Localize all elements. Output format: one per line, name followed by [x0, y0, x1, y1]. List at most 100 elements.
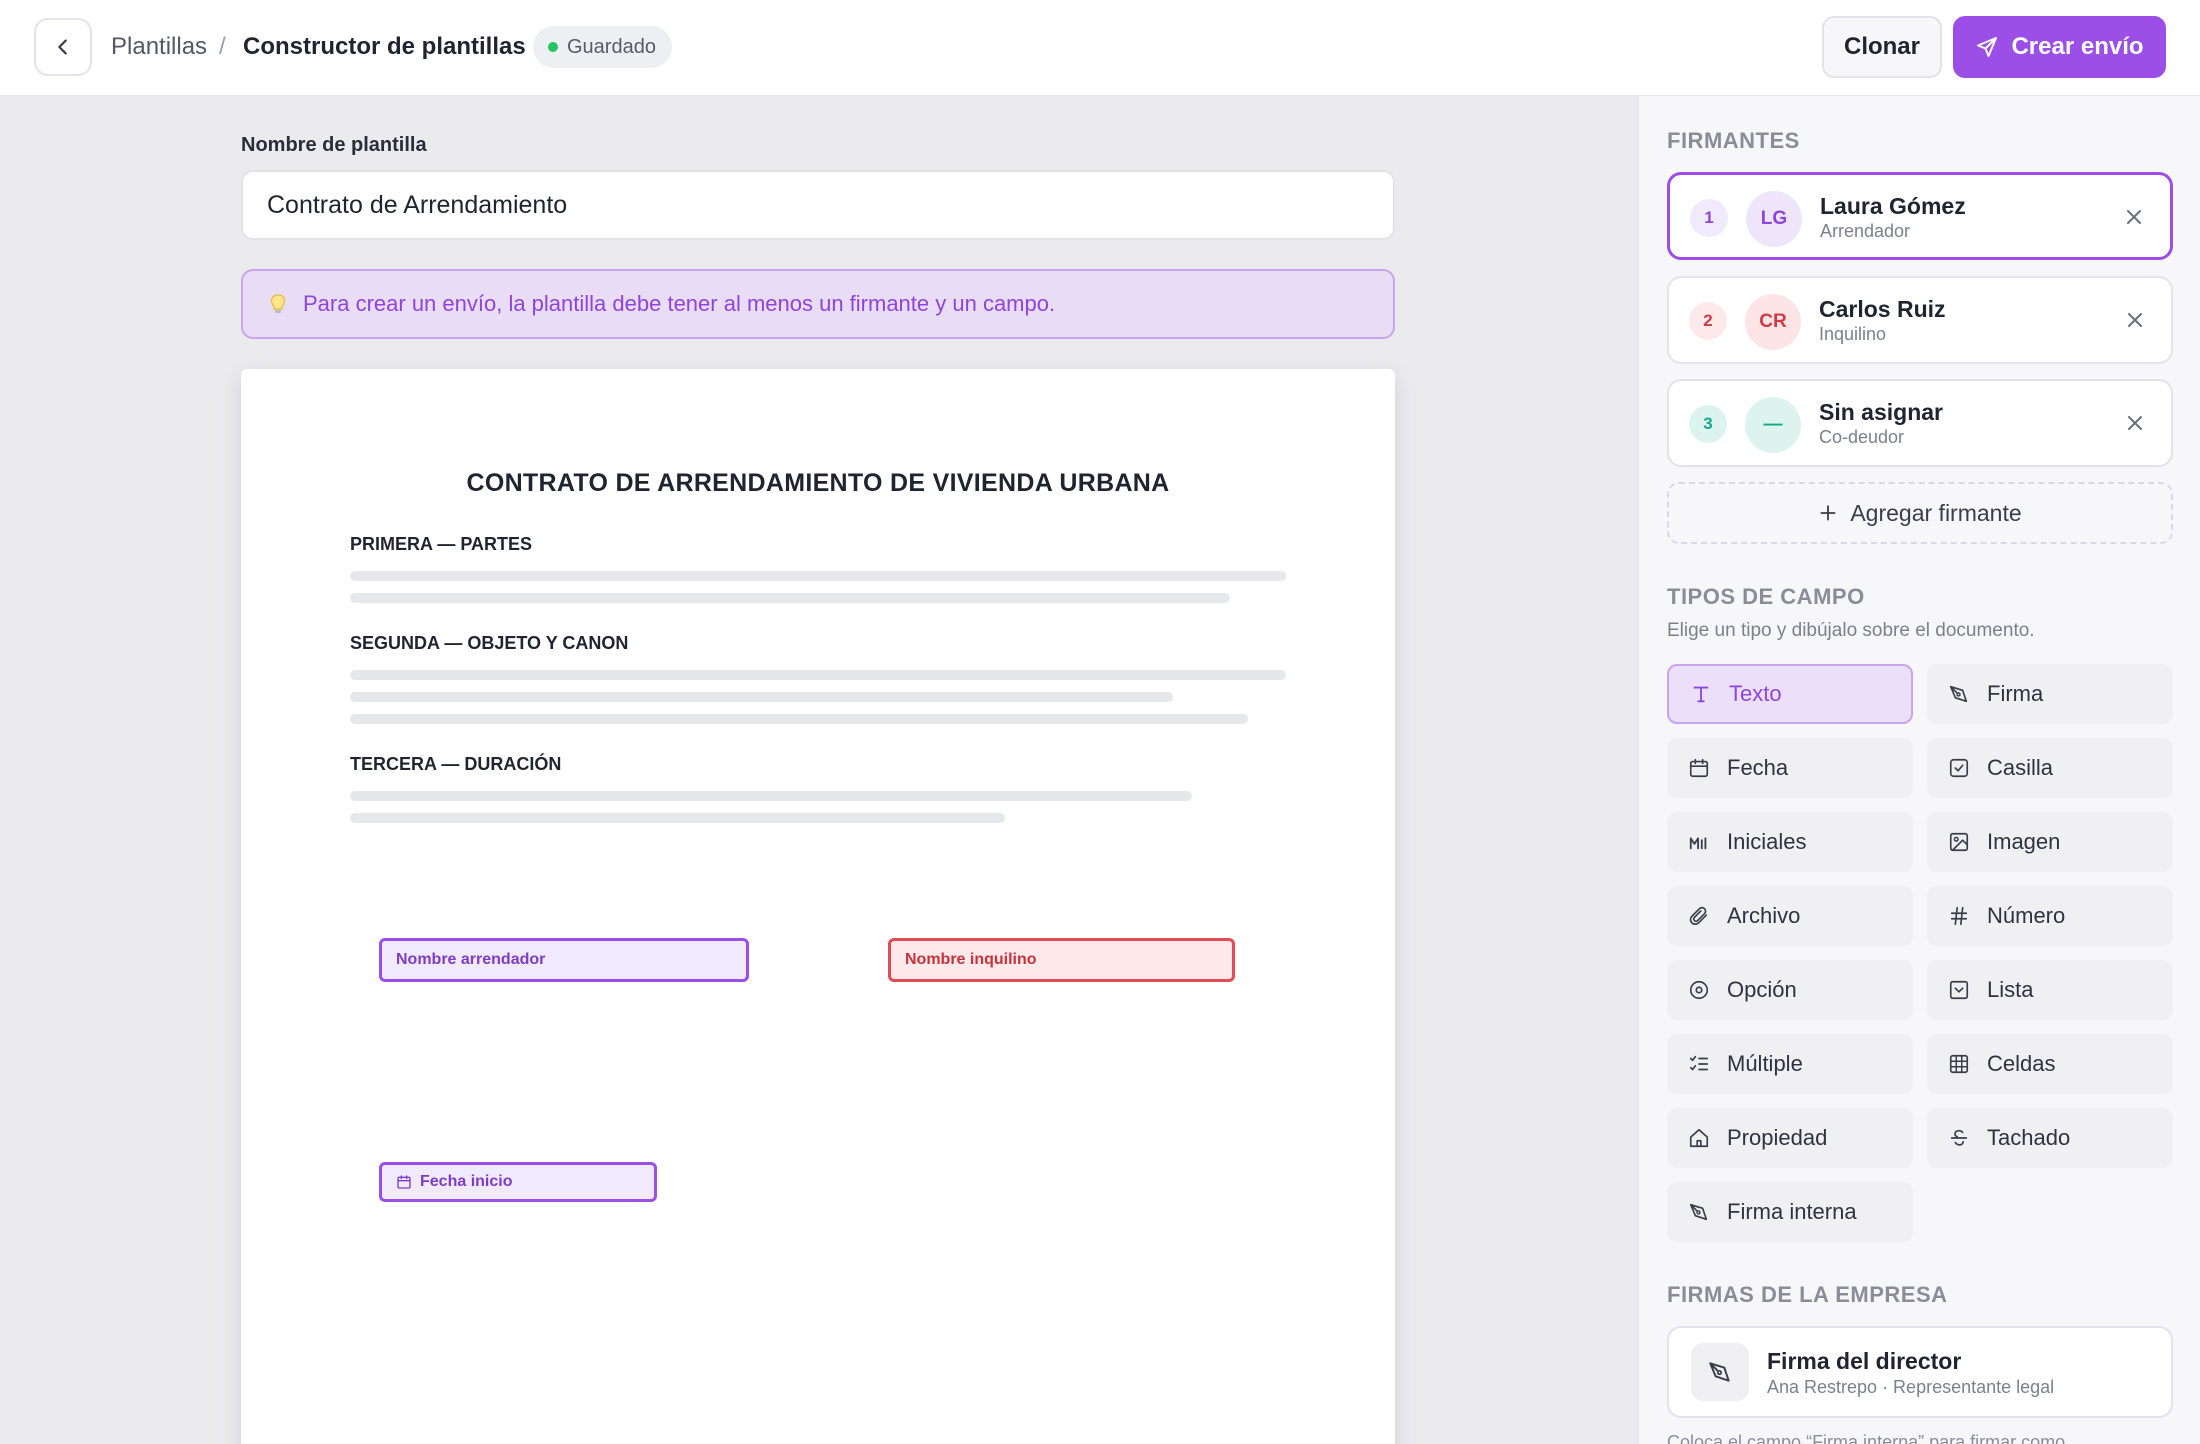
- add-signer-button[interactable]: Agregar firmante: [1667, 482, 2173, 544]
- signer-card-2[interactable]: 2 CR Carlos Ruiz Inquilino: [1667, 276, 2173, 364]
- signature-pen-icon: [1687, 1200, 1711, 1224]
- home-icon: [1687, 1126, 1711, 1150]
- field-type-casilla[interactable]: Casilla: [1927, 738, 2173, 798]
- field-label: Nombre arrendador: [396, 951, 546, 968]
- company-signature-role: Ana Restrepo · Representante legal: [1767, 1377, 2055, 1397]
- field-type-tachado[interactable]: Tachado: [1927, 1108, 2173, 1168]
- template-name-label: Nombre de plantilla: [241, 134, 427, 156]
- field-type-imagen[interactable]: Imagen: [1927, 812, 2173, 872]
- add-signer-label: Agregar firmante: [1850, 499, 2022, 526]
- image-icon: [1947, 830, 1971, 854]
- avatar: —: [1745, 397, 1801, 453]
- text-line-placeholder: [350, 571, 1286, 581]
- dropdown-icon: [1947, 978, 1971, 1002]
- back-button[interactable]: [34, 18, 92, 76]
- field-type-archivo[interactable]: Archivo: [1667, 886, 1913, 946]
- avatar: CR: [1745, 294, 1801, 350]
- field-type-numero[interactable]: Número: [1927, 886, 2173, 946]
- field-type-celdas[interactable]: Celdas: [1927, 1034, 2173, 1094]
- field-types-section-title: TIPOS DE CAMPO: [1667, 584, 1865, 609]
- document-page[interactable]: CONTRATO DE ARRENDAMIENTO DE VIVIENDA UR…: [241, 369, 1395, 1444]
- field-type-firma-interna[interactable]: Firma interna: [1667, 1182, 1913, 1242]
- text-line-placeholder: [350, 791, 1192, 801]
- radio-icon: [1687, 978, 1711, 1002]
- field-type-opcion[interactable]: Opción: [1667, 960, 1913, 1020]
- signer-number: 2: [1689, 302, 1727, 340]
- field-type-label: Tachado: [1987, 1125, 2071, 1150]
- text-line-placeholder: [350, 813, 1005, 823]
- hint-banner: Para crear un envío, la plantilla debe t…: [241, 269, 1395, 339]
- field-type-texto[interactable]: Texto: [1667, 664, 1913, 724]
- status-badge: Guardado: [533, 26, 672, 68]
- text-icon: [1689, 682, 1713, 706]
- calendar-icon: [1687, 756, 1711, 780]
- field-nombre-inquilino[interactable]: Nombre inquilino: [888, 938, 1235, 982]
- field-type-firma[interactable]: Firma: [1927, 664, 2173, 724]
- template-name-value: Contrato de Arrendamiento: [267, 190, 568, 219]
- close-icon[interactable]: [2123, 411, 2147, 435]
- close-icon[interactable]: [2122, 205, 2146, 229]
- field-type-iniciales[interactable]: Iniciales: [1667, 812, 1913, 872]
- editor-canvas: Nombre de plantilla Contrato de Arrendam…: [0, 96, 1638, 1444]
- template-name-input[interactable]: Contrato de Arrendamiento: [241, 170, 1395, 240]
- right-sidebar: FIRMANTES 1 LG Laura Gómez Arrendador 2 …: [1638, 96, 2200, 1444]
- hash-icon: [1947, 904, 1971, 928]
- calendar-icon: [397, 1175, 411, 1189]
- field-type-label: Casilla: [1987, 755, 2054, 780]
- field-type-label: Texto: [1729, 681, 1782, 706]
- signature-pen-icon: [1691, 1343, 1749, 1401]
- signer-role: Arrendador: [1820, 221, 1911, 241]
- field-type-label: Propiedad: [1727, 1125, 1828, 1150]
- section-heading: TERCERA — DURACIÓN: [350, 754, 562, 774]
- field-type-label: Firma interna: [1727, 1199, 1857, 1224]
- field-type-label: Iniciales: [1727, 829, 1807, 854]
- field-type-propiedad[interactable]: Propiedad: [1667, 1108, 1913, 1168]
- signer-name: Sin asignar: [1819, 399, 1943, 425]
- create-send-label: Crear envío: [2011, 33, 2144, 60]
- signer-card-1[interactable]: 1 LG Laura Gómez Arrendador: [1667, 172, 2173, 260]
- text-line-placeholder: [350, 714, 1248, 724]
- field-fecha-inicio[interactable]: Fecha inicio: [379, 1162, 657, 1202]
- signer-role: Inquilino: [1819, 324, 1887, 344]
- checkbox-icon: [1947, 756, 1971, 780]
- field-type-label: Celdas: [1987, 1051, 2056, 1076]
- signer-number: 1: [1690, 199, 1728, 237]
- field-type-label: Número: [1987, 903, 2066, 928]
- create-send-button[interactable]: Crear envío: [1953, 16, 2166, 78]
- field-nombre-arrendador[interactable]: Nombre arrendador: [379, 938, 749, 982]
- company-signature-note: Coloca el campo “Firma interna” para fir…: [1667, 1432, 2081, 1444]
- field-type-multiple[interactable]: Múltiple: [1667, 1034, 1913, 1094]
- breadcrumb-templates-link[interactable]: Plantillas: [111, 30, 207, 64]
- company-signature-name: Firma del director: [1767, 1348, 1962, 1374]
- field-type-label: Lista: [1987, 977, 2034, 1002]
- close-icon[interactable]: [2123, 308, 2147, 332]
- signer-role: Co-deudor: [1819, 427, 1905, 447]
- breadcrumb-separator: /: [219, 33, 226, 60]
- field-type-lista[interactable]: Lista: [1927, 960, 2173, 1020]
- strikethrough-icon: [1947, 1126, 1971, 1150]
- plus-icon: [1820, 505, 1836, 521]
- text-line-placeholder: [350, 692, 1173, 702]
- send-icon: [1977, 37, 1998, 57]
- initials-icon: [1687, 830, 1711, 854]
- chevron-left-icon: [58, 39, 67, 55]
- field-label: Fecha inicio: [420, 1173, 513, 1190]
- page-title: Constructor de plantillas: [243, 33, 526, 60]
- hint-text: Para crear un envío, la plantilla debe t…: [303, 291, 1056, 316]
- paperclip-icon: [1687, 904, 1711, 928]
- signer-name: Laura Gómez: [1820, 193, 1966, 219]
- signer-name: Carlos Ruiz: [1819, 296, 1946, 322]
- field-type-label: Firma: [1987, 681, 2044, 706]
- signer-number: 3: [1689, 405, 1727, 443]
- text-line-placeholder: [350, 670, 1286, 680]
- clone-button[interactable]: Clonar: [1822, 16, 1942, 78]
- company-signature-card[interactable]: Firma del director Ana Restrepo · Repres…: [1667, 1326, 2173, 1418]
- top-bar: Plantillas / Constructor de plantillas G…: [0, 0, 2200, 96]
- clone-button-label: Clonar: [1843, 33, 1920, 60]
- lightbulb-icon: [270, 294, 286, 313]
- status-dot-icon: [548, 42, 558, 52]
- field-type-label: Opción: [1727, 977, 1797, 1002]
- field-type-fecha[interactable]: Fecha: [1667, 738, 1913, 798]
- checklist-icon: [1687, 1052, 1711, 1076]
- signer-card-3[interactable]: 3 — Sin asignar Co-deudor: [1667, 379, 2173, 467]
